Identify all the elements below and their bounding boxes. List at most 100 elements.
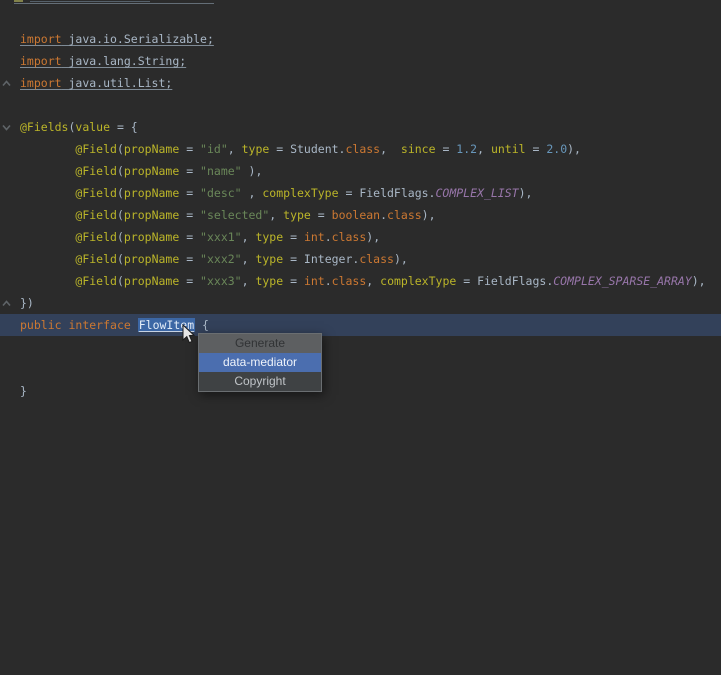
code-token: = FieldFlags. — [456, 274, 554, 288]
code-token: ), — [567, 142, 581, 156]
fold-marker-icon[interactable] — [2, 124, 11, 131]
code-token: complexType — [262, 186, 339, 200]
code-token: , — [241, 230, 256, 244]
code-token: "selected" — [200, 208, 270, 222]
code-token: ), — [241, 164, 263, 178]
code-token: propName — [123, 186, 180, 200]
code-token: = — [179, 186, 201, 200]
code-token: }) — [20, 296, 34, 310]
clipped-glyph-fragment — [30, 1, 150, 2]
code-token: = — [179, 208, 201, 222]
code-token: int — [303, 274, 325, 288]
code-token: @Field — [75, 186, 117, 200]
code-token: interface — [68, 318, 131, 332]
code-line: import java.lang.String; — [0, 50, 721, 72]
code-token: boolean — [331, 208, 381, 222]
code-token: class — [331, 274, 367, 288]
code-token: @Field — [75, 142, 117, 156]
code-token: COMPLEX_SPARSE_ARRAY — [553, 274, 692, 288]
code-lines: import java.io.Serializable; import java.… — [0, 6, 721, 402]
code-token: = Integer. — [283, 252, 360, 266]
code-editor[interactable]: import java.io.Serializable; import java.… — [0, 0, 721, 675]
code-token: propName — [123, 208, 180, 222]
code-token: ( — [116, 274, 124, 288]
code-token: type — [255, 230, 284, 244]
underlined-statement: import java.io.Serializable; — [20, 32, 214, 46]
code-line: @Field(propName = "desc" , complexType =… — [0, 182, 721, 204]
code-token: , — [269, 208, 284, 222]
code-token: ), — [366, 230, 381, 244]
generate-popup-title: Generate — [199, 334, 321, 353]
code-token: = — [179, 274, 201, 288]
code-line: @Field(propName = "selected", type = boo… — [0, 204, 721, 226]
code-token: ), — [691, 274, 706, 288]
code-token: propName — [123, 274, 180, 288]
fold-marker-icon[interactable] — [2, 300, 11, 307]
code-token: @Field — [75, 208, 117, 222]
code-token: . — [324, 274, 332, 288]
fold-marker-icon[interactable] — [2, 80, 11, 87]
code-token: "desc" — [200, 186, 242, 200]
code-token: java.util.List; — [61, 76, 173, 90]
code-token: @Field — [75, 164, 117, 178]
code-line: @Field(propName = "xxx1", type = int.cla… — [0, 226, 721, 248]
code-token: ( — [116, 186, 124, 200]
code-token: { — [195, 318, 209, 332]
menu-item-copyright[interactable]: Copyright — [199, 372, 321, 391]
code-token: , — [366, 274, 381, 288]
code-token: } — [20, 384, 27, 398]
code-token: = — [525, 142, 547, 156]
code-token: = FieldFlags. — [338, 186, 436, 200]
code-line: @Field(propName = "xxx2", type = Integer… — [0, 248, 721, 270]
code-token: , — [477, 142, 491, 156]
code-token: class — [359, 252, 394, 266]
code-line: public interface FlowItem { — [0, 314, 721, 336]
code-token: , — [227, 142, 242, 156]
underlined-statement: import java.util.List; — [20, 76, 172, 90]
menu-item-data-mediator[interactable]: data-mediator — [199, 353, 321, 372]
code-token: , — [241, 186, 263, 200]
code-token: import — [20, 54, 62, 68]
code-line: import java.io.Serializable; — [0, 28, 721, 50]
code-token: 2.0 — [546, 142, 568, 156]
code-token: ), — [393, 252, 408, 266]
code-token: = { — [110, 120, 138, 134]
code-token: "xxx1" — [200, 230, 242, 244]
code-token: java.lang.String; — [61, 54, 187, 68]
code-token: , — [380, 142, 401, 156]
code-token: "name" — [200, 164, 242, 178]
code-token: ( — [116, 208, 124, 222]
code-token: int — [303, 230, 325, 244]
code-line: @Field(propName = "xxx3", type = int.cla… — [0, 270, 721, 292]
code-token: @Field — [75, 230, 117, 244]
code-token: class — [345, 142, 381, 156]
code-token: = — [179, 230, 201, 244]
code-token: ( — [116, 142, 124, 156]
clipped-underline-fragment — [14, 3, 214, 4]
clipped-code-line — [0, 0, 721, 6]
code-token: . — [380, 208, 388, 222]
code-line: import java.util.List; — [0, 72, 721, 94]
code-token: propName — [123, 252, 180, 266]
generate-popup: Generate data-mediator Copyright — [198, 333, 322, 392]
code-token: java.io.Serializable; — [61, 32, 214, 46]
code-token: until — [490, 142, 526, 156]
underlined-statement: import java.lang.String; — [20, 54, 186, 68]
code-token: = — [179, 142, 201, 156]
code-token: class — [387, 208, 422, 222]
code-token: = — [435, 142, 457, 156]
code-token: . — [324, 230, 332, 244]
code-token: propName — [123, 142, 180, 156]
code-token: , — [241, 274, 256, 288]
code-token: = — [179, 252, 201, 266]
code-token: = — [283, 274, 304, 288]
